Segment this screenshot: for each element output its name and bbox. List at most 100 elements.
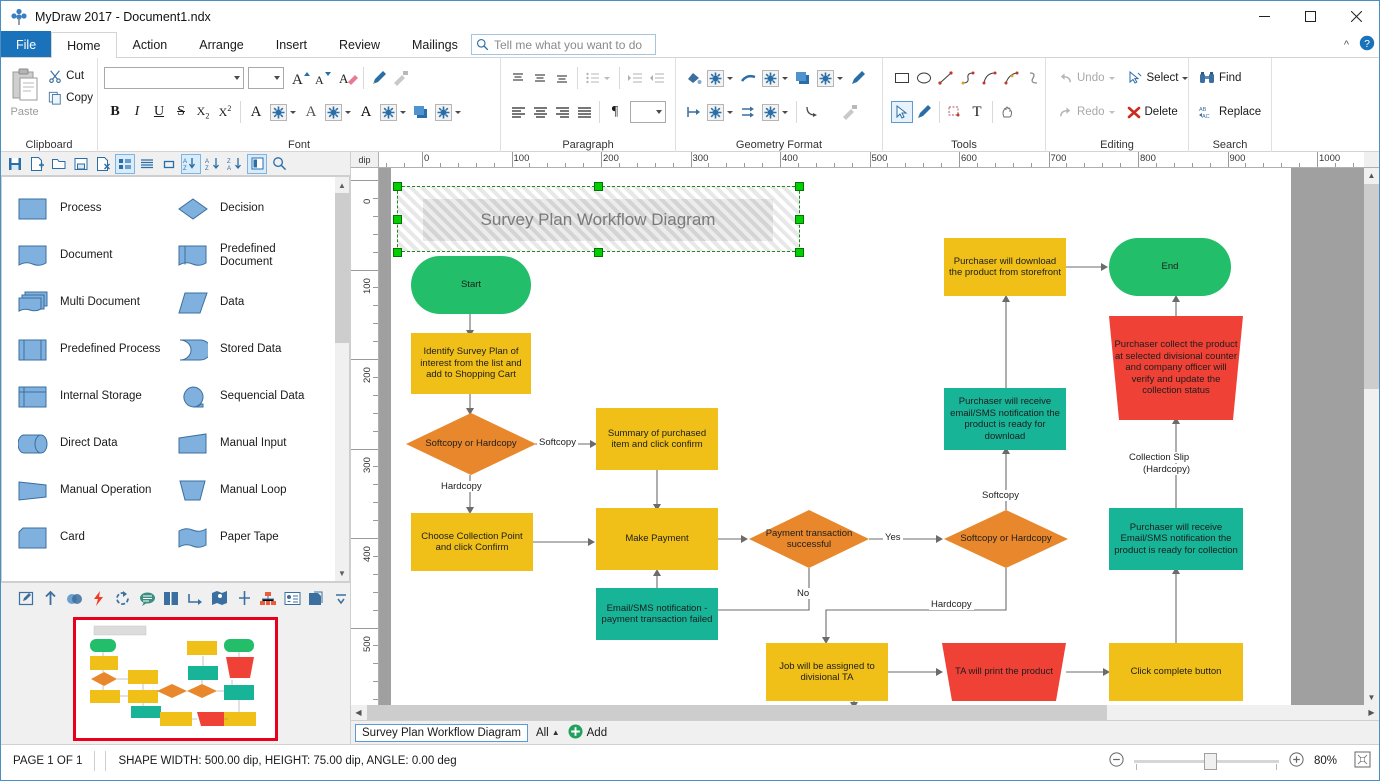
text-shadow-dropdown-caret[interactable] — [455, 110, 461, 114]
text-outline-button[interactable]: A — [300, 101, 322, 123]
text-fill-button[interactable]: A — [355, 101, 377, 123]
shape-item-manual-input[interactable]: Manual Input — [162, 420, 322, 467]
shape-item-sequencial-data[interactable]: Sequencial Data — [162, 373, 322, 420]
shadow-dropdown-caret[interactable] — [837, 76, 843, 80]
duplicate-page-icon[interactable] — [308, 589, 326, 609]
pen-tool-button[interactable] — [368, 67, 390, 89]
node-collect-product-counter[interactable]: Purchaser collect the product at selecte… — [1109, 316, 1243, 420]
fill-dropdown-caret[interactable] — [727, 76, 733, 80]
shapes-scroll-thumb[interactable] — [335, 193, 349, 343]
redo-button[interactable]: Redo — [1054, 101, 1119, 123]
line-tool-button[interactable] — [935, 67, 957, 89]
find-button[interactable]: Find — [1195, 67, 1245, 89]
tab-action[interactable]: Action — [117, 32, 184, 57]
canvas-hscroll-thumb[interactable] — [367, 705, 1107, 720]
node-job-assigned-divisional-ta[interactable]: Job will be assigned to divisional TA — [766, 643, 888, 701]
decrease-font-size-button[interactable]: A — [311, 67, 333, 89]
paragraph-marks-button[interactable]: ¶ — [604, 101, 626, 123]
cut-button[interactable]: Cut — [44, 65, 97, 87]
vertical-ruler[interactable]: 0100200300400500600 — [351, 168, 379, 705]
horizontal-ruler[interactable]: 010020030040050060070080090010001100 — [379, 152, 1364, 168]
underline-button[interactable]: U — [148, 101, 170, 123]
text-shadow-button[interactable] — [410, 101, 432, 123]
shadow-button[interactable] — [792, 67, 814, 89]
pencil-tool-button[interactable] — [913, 101, 935, 123]
shape-item-process[interactable]: Process — [2, 185, 162, 232]
canvas-scroll-up-arrow-icon[interactable]: ▲ — [1364, 168, 1379, 183]
connector-dropdown-caret[interactable] — [782, 110, 788, 114]
page-tab-current[interactable]: Survey Plan Workflow Diagram — [355, 723, 528, 742]
shape-item-data[interactable]: Data — [162, 279, 322, 326]
view-list-icon[interactable] — [137, 154, 157, 174]
shape-item-manual-operation[interactable]: Manual Operation — [2, 467, 162, 514]
save-as-library-icon[interactable] — [71, 154, 91, 174]
redo-dropdown-caret[interactable] — [1108, 110, 1115, 114]
shape-union-icon[interactable] — [65, 589, 83, 609]
canvas-vscroll-thumb[interactable] — [1364, 184, 1379, 389]
open-library-icon[interactable] — [49, 154, 69, 174]
shape-item-predefined-document[interactable]: Predefined Document — [162, 232, 322, 279]
lightning-icon[interactable] — [90, 589, 108, 609]
org-chart-icon[interactable] — [259, 589, 277, 609]
shape-item-document[interactable]: Document — [2, 232, 162, 279]
bullet-list-dropdown-caret[interactable] — [604, 76, 610, 80]
align-middle-button[interactable] — [529, 67, 551, 89]
freeform-tool-button[interactable] — [1023, 67, 1045, 89]
tab-arrange[interactable]: Arrange — [183, 32, 259, 57]
close-library-icon[interactable] — [93, 154, 113, 174]
node-end[interactable]: End — [1109, 238, 1231, 296]
diagram-page[interactable]: Survey Plan Workflow Diagram Start Ident… — [391, 168, 1291, 705]
geometry-pen-button[interactable] — [847, 67, 869, 89]
search-shapes-icon[interactable] — [269, 154, 289, 174]
select-button[interactable]: Select — [1123, 67, 1193, 89]
shape-item-decision[interactable]: Decision — [162, 185, 322, 232]
increase-indent-button[interactable] — [624, 67, 646, 89]
sort-ascending-icon[interactable]: AZ — [203, 154, 223, 174]
line-style-button[interactable] — [737, 67, 759, 89]
strikethrough-button[interactable]: S — [170, 101, 192, 123]
line-dropdown-caret[interactable] — [782, 76, 788, 80]
font-color-options-button[interactable] — [267, 101, 289, 123]
shape-item-multi-document[interactable]: Multi Document — [2, 279, 162, 326]
italic-button[interactable]: I — [126, 101, 148, 123]
save-library-icon[interactable] — [5, 154, 25, 174]
node-notify-ready-for-collection[interactable]: Purchaser will receive Email/SMS notific… — [1109, 508, 1243, 570]
view-icons-only-icon[interactable] — [159, 154, 179, 174]
connector-style-button[interactable] — [737, 101, 759, 123]
font-color-button[interactable]: A — [245, 101, 267, 123]
canvas-horizontal-scrollbar[interactable]: ◀ ▶ — [351, 705, 1379, 720]
node-softcopy-or-hardcopy-1[interactable]: Softcopy or Hardcopy — [406, 413, 536, 475]
text-fill-options-button[interactable] — [377, 101, 399, 123]
geometry-format-painter-button[interactable] — [839, 101, 861, 123]
shape-item-paper-tape[interactable]: Paper Tape — [162, 514, 322, 561]
minimize-button[interactable] — [1241, 1, 1287, 32]
book-icon[interactable] — [162, 589, 180, 609]
font-size-combo[interactable] — [248, 67, 284, 89]
tab-mailings[interactable]: Mailings — [396, 32, 474, 57]
connector-elbow-icon[interactable] — [187, 589, 205, 609]
node-ta-print-product[interactable]: TA will print the product — [942, 643, 1066, 701]
copy-button[interactable]: Copy — [44, 87, 97, 109]
fill-options-button[interactable] — [704, 67, 726, 89]
line-options-button[interactable] — [759, 67, 781, 89]
justify-button[interactable] — [573, 101, 595, 123]
node-softcopy-or-hardcopy-2[interactable]: Softcopy or Hardcopy — [944, 510, 1068, 568]
more-tools-icon[interactable] — [332, 589, 350, 609]
library-properties-icon[interactable] — [247, 153, 267, 174]
map-pin-icon[interactable] — [211, 589, 229, 609]
tell-me-search[interactable]: Tell me what you want to do — [471, 34, 656, 55]
font-family-combo[interactable] — [104, 67, 244, 89]
canvas-scroll-left-arrow-icon[interactable]: ◀ — [351, 705, 366, 720]
connector-options-button[interactable] — [759, 101, 781, 123]
arrow-up-icon[interactable] — [41, 589, 59, 609]
delete-button[interactable]: Delete — [1123, 101, 1182, 123]
shape-item-card[interactable]: Card — [2, 514, 162, 561]
zoom-slider-thumb[interactable] — [1204, 752, 1217, 770]
fit-page-button[interactable] — [1354, 751, 1371, 771]
scroll-up-arrow-icon[interactable]: ▲ — [335, 177, 349, 193]
undo-dropdown-caret[interactable] — [1108, 76, 1115, 80]
subscript-button[interactable]: X2 — [192, 101, 214, 123]
arc-tool-button[interactable] — [979, 67, 1001, 89]
rectangle-tool-button[interactable] — [891, 67, 913, 89]
bullet-list-button[interactable] — [582, 67, 604, 89]
